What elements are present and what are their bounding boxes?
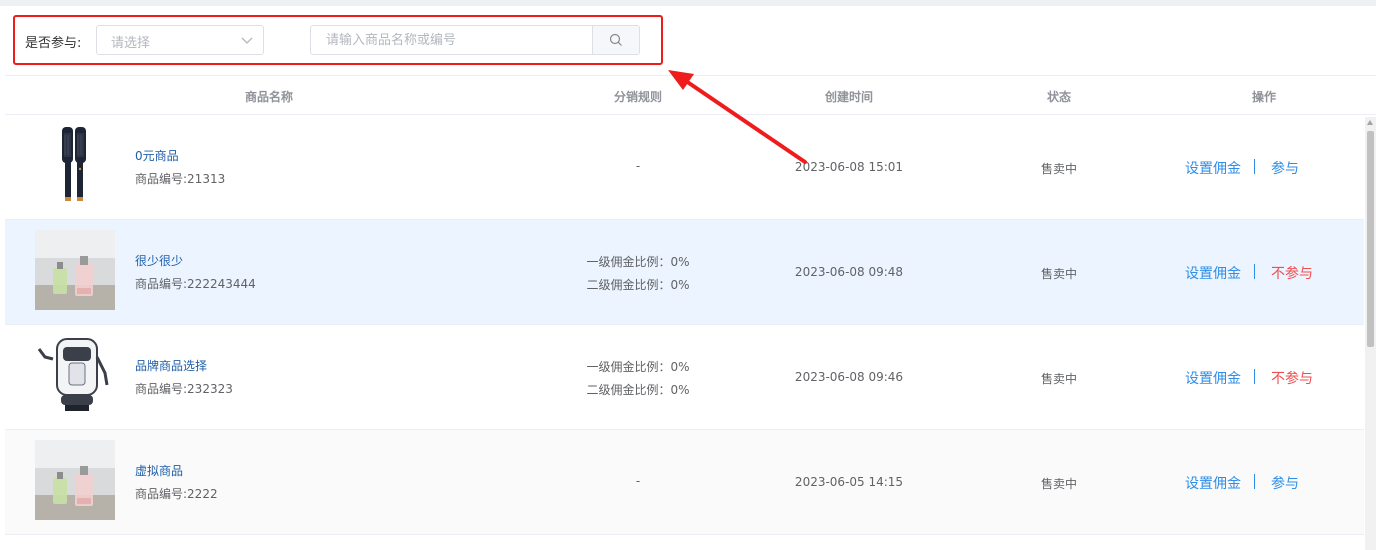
product-table: 商品名称 分销规则 创建时间 状态 操作 0元商品 商品编号:21313 - 2… — [5, 75, 1376, 550]
product-thumbnail-perfume — [35, 440, 115, 520]
level-2-commission-rate: 二级佣金比例：0% — [586, 383, 690, 397]
participate-button[interactable]: 参与 — [1271, 158, 1299, 178]
table-row: 品牌商品选择 商品编号:232323 一级佣金比例：0% 二级佣金比例：0% 2… — [5, 325, 1364, 430]
annotation-highlight-box — [13, 15, 663, 65]
product-name[interactable]: 很少很少 — [135, 252, 183, 269]
status-text: 售卖中 — [1040, 477, 1078, 491]
product-name[interactable]: 虚拟商品 — [135, 462, 183, 479]
action-divider — [1254, 369, 1255, 384]
action-divider — [1254, 159, 1255, 174]
created-time: 2023-06-08 15:01 — [794, 160, 904, 174]
not-participate-button[interactable]: 不参与 — [1271, 263, 1313, 283]
product-thumbnail-perfume — [35, 230, 115, 310]
not-participate-button[interactable]: 不参与 — [1271, 368, 1313, 388]
set-commission-button[interactable]: 设置佣金 — [1185, 158, 1241, 178]
table-row: 很少很少 商品编号:222243444 一级佣金比例：0% 二级佣金比例：0% … — [5, 220, 1364, 325]
product-code: 商品编号:232323 — [135, 382, 233, 396]
action-divider — [1254, 474, 1255, 489]
column-header-status: 状态 — [1046, 90, 1072, 104]
distribution-rule: - — [635, 474, 641, 488]
table-header: 商品名称 分销规则 创建时间 状态 操作 — [5, 75, 1376, 115]
level-1-commission-rate: 一级佣金比例：0% — [586, 255, 690, 269]
product-code: 商品编号:21313 — [135, 172, 226, 186]
column-header-actions: 操作 — [1251, 90, 1277, 104]
action-divider — [1254, 264, 1255, 279]
created-time: 2023-06-05 14:15 — [794, 475, 904, 489]
created-time: 2023-06-08 09:48 — [794, 265, 904, 279]
column-header-product-name: 商品名称 — [244, 90, 294, 104]
set-commission-button[interactable]: 设置佣金 — [1185, 473, 1241, 493]
set-commission-button[interactable]: 设置佣金 — [1185, 368, 1241, 388]
scrollbar-thumb[interactable] — [1367, 131, 1374, 347]
table-row — [5, 535, 1364, 550]
level-1-commission-rate: 一级佣金比例：0% — [586, 360, 690, 374]
vertical-scrollbar[interactable] — [1365, 117, 1376, 550]
product-thumbnail-robot — [35, 335, 115, 415]
created-time: 2023-06-08 09:46 — [794, 370, 904, 384]
status-text: 售卖中 — [1040, 162, 1078, 176]
product-name[interactable]: 品牌商品选择 — [135, 357, 207, 374]
distribution-rule: - — [635, 159, 641, 173]
product-name[interactable]: 0元商品 — [135, 147, 179, 164]
product-code: 商品编号:222243444 — [135, 277, 256, 291]
status-text: 售卖中 — [1040, 267, 1078, 281]
product-thumbnail-hair-straightener — [35, 125, 115, 205]
scroll-up-arrow-icon[interactable] — [1367, 120, 1373, 125]
product-code: 商品编号:2222 — [135, 487, 218, 501]
column-header-distribution-rule: 分销规则 — [613, 90, 663, 104]
column-header-created-time: 创建时间 — [824, 90, 874, 104]
status-text: 售卖中 — [1040, 372, 1078, 386]
table-row: 0元商品 商品编号:21313 - 2023-06-08 15:01 售卖中 设… — [5, 115, 1364, 220]
table-row: 虚拟商品 商品编号:2222 - 2023-06-05 14:15 售卖中 设置… — [5, 430, 1364, 535]
participate-button[interactable]: 参与 — [1271, 473, 1299, 493]
set-commission-button[interactable]: 设置佣金 — [1185, 263, 1241, 283]
level-2-commission-rate: 二级佣金比例：0% — [586, 278, 690, 292]
